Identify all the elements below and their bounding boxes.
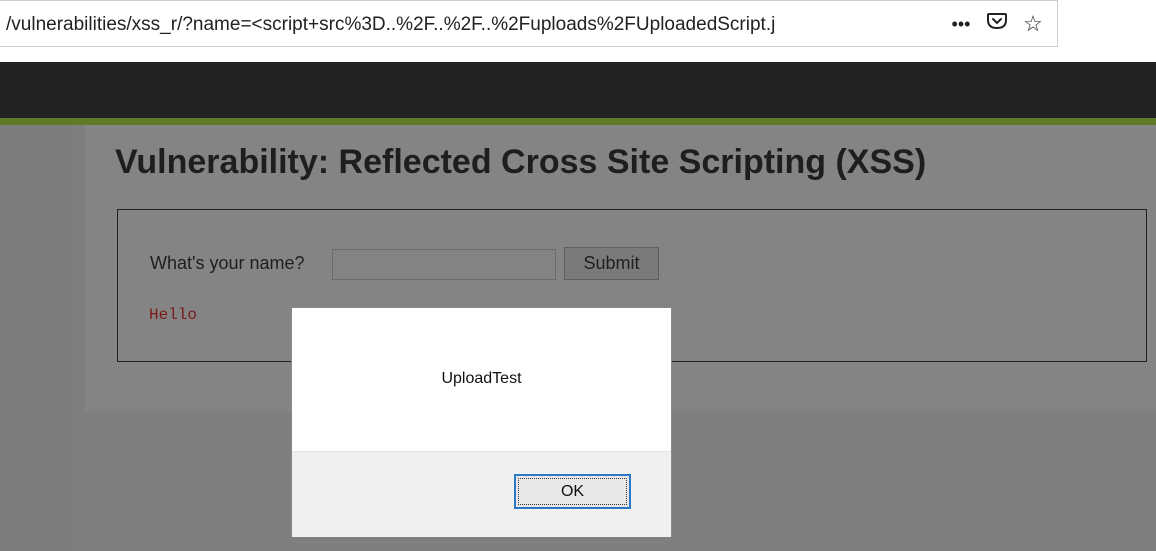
alert-footer: OK bbox=[292, 451, 671, 537]
alert-message: UploadTest bbox=[441, 370, 522, 387]
reflected-output: Hello bbox=[149, 306, 198, 324]
alert-dialog: UploadTest OK bbox=[291, 307, 672, 537]
left-menu-column bbox=[0, 125, 74, 551]
url-text[interactable]: /vulnerabilities/xss_r/?name=<script+src… bbox=[6, 12, 924, 38]
name-input[interactable] bbox=[332, 249, 556, 280]
pocket-icon-svg bbox=[987, 13, 1007, 30]
site-header-bar bbox=[0, 62, 1156, 118]
url-fade bbox=[880, 3, 930, 45]
page-actions-more-icon[interactable]: ••• bbox=[944, 10, 978, 38]
address-bar[interactable]: /vulnerabilities/xss_r/?name=<script+src… bbox=[0, 0, 1058, 47]
pocket-icon[interactable] bbox=[980, 10, 1014, 38]
bookmark-star-icon[interactable]: ☆ bbox=[1016, 10, 1050, 38]
toolbar-blank-area bbox=[1058, 0, 1156, 62]
page-title: Vulnerability: Reflected Cross Site Scri… bbox=[115, 143, 927, 181]
header-accent-line bbox=[0, 118, 1156, 125]
name-label: What's your name? bbox=[150, 253, 305, 273]
submit-button[interactable]: Submit bbox=[564, 247, 659, 280]
ok-button[interactable]: OK bbox=[514, 474, 631, 509]
